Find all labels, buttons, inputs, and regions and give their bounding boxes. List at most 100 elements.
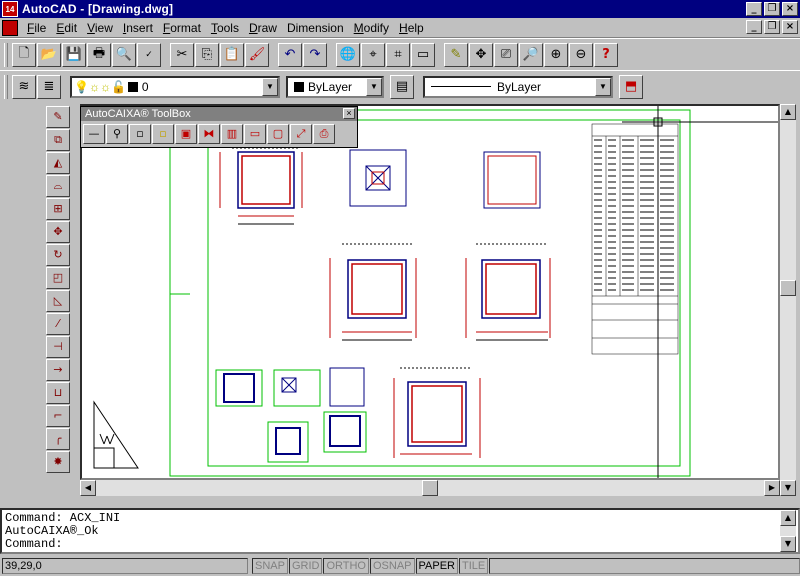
extend-icon[interactable]: → (46, 359, 70, 381)
doc-minimize-button[interactable]: _ (746, 20, 762, 34)
zoom-realtime-icon[interactable]: 🔎 (519, 42, 543, 67)
drawing-area[interactable] (80, 104, 780, 480)
status-osnap-toggle[interactable]: OSNAP (370, 558, 415, 574)
paste-icon[interactable]: 📋 (220, 42, 244, 67)
redraw-icon[interactable]: ▭ (411, 42, 435, 67)
offset-icon[interactable]: ⌓ (46, 175, 70, 197)
minimize-button[interactable]: _ (746, 2, 762, 16)
explode-icon[interactable]: ✸ (46, 451, 70, 473)
tracking-icon[interactable]: ⌗ (386, 42, 410, 67)
menu-edit[interactable]: Edit (51, 21, 82, 35)
zoom-window-icon[interactable]: ⊕ (544, 42, 568, 67)
copy-object-icon[interactable]: ⧉ (46, 129, 70, 151)
erase-icon[interactable]: ✎ (46, 106, 70, 128)
section-yellow-icon[interactable]: ▫ (152, 124, 174, 144)
toolbox-title-bar[interactable]: AutoCAIXA® ToolBox × (81, 107, 357, 121)
toolbar-grip[interactable] (4, 74, 8, 99)
command-scroll-down[interactable]: ▼ (780, 536, 796, 552)
pan-icon[interactable]: ✥ (469, 42, 493, 67)
menu-file[interactable]: File (22, 21, 51, 35)
make-current-layer-icon[interactable]: ≣ (37, 74, 61, 99)
linetype-combo[interactable]: ByLayer ▼ (423, 75, 613, 98)
cut-icon[interactable]: ✂ (170, 42, 194, 67)
autocad-app-icon[interactable]: 14 (2, 1, 18, 17)
linetype-manager-icon[interactable]: ▤ (390, 74, 414, 99)
vertical-scroll-thumb[interactable] (780, 280, 796, 296)
menu-view[interactable]: View (82, 21, 118, 35)
rebar-bend-icon[interactable]: ⧓ (198, 124, 220, 144)
trim-icon[interactable]: ⊣ (46, 336, 70, 358)
properties-icon[interactable]: ⬒ (619, 74, 643, 99)
menu-help[interactable]: Help (394, 21, 429, 35)
linetype-dropdown-arrow[interactable]: ▼ (595, 77, 611, 96)
scale-icon[interactable]: ◰ (46, 267, 70, 289)
autocaixa-toolbox[interactable]: AutoCAIXA® ToolBox × — ⚲ ▫ ▫ ▣ ⧓ ▥ ▭ ▢ ⤢… (80, 106, 358, 148)
line-tool-icon[interactable]: — (83, 124, 105, 144)
layer-dropdown-arrow[interactable]: ▼ (262, 77, 278, 96)
copy-icon[interactable]: ⎘ (195, 42, 219, 67)
status-paper-toggle[interactable]: PAPER (415, 558, 458, 574)
snap-icon[interactable]: ⌖ (361, 42, 385, 67)
menu-tools[interactable]: Tools (206, 21, 244, 35)
menu-modify[interactable]: Modify (349, 21, 394, 35)
vertical-scrollbar[interactable]: ▲ ▼ (780, 104, 796, 496)
hyperlink-icon[interactable]: 🌐 (336, 42, 360, 67)
frame-double-icon[interactable]: ▢ (267, 124, 289, 144)
doc-restore-button[interactable]: ❐ (764, 20, 780, 34)
matchprop-icon[interactable]: 🖌 (245, 42, 269, 67)
color-dropdown-arrow[interactable]: ▼ (366, 77, 382, 96)
status-ortho-toggle[interactable]: ORTHO (323, 558, 369, 574)
toolbox-close-button[interactable]: × (343, 108, 355, 119)
pen-icon[interactable]: ✎ (444, 42, 468, 67)
scroll-right-arrow[interactable]: ▶ (764, 480, 780, 496)
frame-icon[interactable]: ▭ (244, 124, 266, 144)
command-window[interactable]: Command: ACX_INI AutoCAIXA®_Ok Command: … (0, 508, 800, 554)
fillet-icon[interactable]: ╭ (46, 428, 70, 450)
command-scroll-up[interactable]: ▲ (780, 510, 796, 526)
move-icon[interactable]: ✥ (46, 221, 70, 243)
scroll-up-arrow[interactable]: ▲ (780, 104, 796, 120)
toolbar-grip[interactable] (4, 42, 8, 67)
break-icon[interactable]: ⊔ (46, 382, 70, 404)
print-box-icon[interactable]: ⎙ (313, 124, 335, 144)
color-combo[interactable]: ByLayer ▼ (286, 75, 384, 98)
layer-manager-icon[interactable]: ≋ (12, 74, 36, 99)
ucs-icon[interactable]: ⎚ (494, 42, 518, 67)
resize-icon[interactable]: ⤢ (290, 124, 312, 144)
new-icon[interactable]: 🗋 (12, 42, 36, 67)
section-red-icon[interactable]: ▣ (175, 124, 197, 144)
layer-combo[interactable]: 💡 ☼ ☼ 🔓 0 ▼ (70, 75, 280, 98)
redo-icon[interactable]: ↷ (303, 42, 327, 67)
horizontal-scroll-thumb[interactable] (422, 480, 438, 496)
maximize-button[interactable]: ❐ (764, 2, 780, 16)
command-prompt[interactable]: Command: (5, 538, 798, 551)
menu-format[interactable]: Format (158, 21, 206, 35)
stretch-icon[interactable]: ◺ (46, 290, 70, 312)
close-button[interactable]: × (782, 2, 798, 16)
menu-insert[interactable]: Insert (118, 21, 158, 35)
command-scrollbar[interactable]: ▲ ▼ (780, 510, 796, 552)
undo-icon[interactable]: ↶ (278, 42, 302, 67)
inspect-tool-icon[interactable]: ⚲ (106, 124, 128, 144)
rebar-list-icon[interactable]: ▥ (221, 124, 243, 144)
lengthen-icon[interactable]: ⁄ (46, 313, 70, 335)
status-snap-toggle[interactable]: SNAP (252, 558, 288, 574)
array-icon[interactable]: ⊞ (46, 198, 70, 220)
menu-draw[interactable]: Draw (244, 21, 282, 35)
open-icon[interactable]: 📂 (37, 42, 61, 67)
print-icon[interactable]: 🖶 (87, 42, 111, 67)
status-grid-toggle[interactable]: GRID (288, 558, 323, 574)
scroll-down-arrow[interactable]: ▼ (780, 480, 796, 496)
menu-dimension[interactable]: Dimension (282, 21, 349, 35)
coordinate-readout[interactable]: 39,29,0 (2, 558, 248, 574)
section-small-icon[interactable]: ▫ (129, 124, 151, 144)
rotate-icon[interactable]: ↻ (46, 244, 70, 266)
mirror-icon[interactable]: ◭ (46, 152, 70, 174)
document-icon[interactable] (2, 19, 18, 36)
doc-close-button[interactable]: × (782, 20, 798, 34)
spell-icon[interactable]: ✓ (137, 42, 161, 67)
horizontal-scrollbar[interactable]: ◀ ▶ (80, 480, 780, 496)
preview-icon[interactable]: 🔍 (112, 42, 136, 67)
status-tile-toggle[interactable]: TILE (459, 558, 489, 574)
save-icon[interactable]: 💾 (62, 42, 86, 67)
